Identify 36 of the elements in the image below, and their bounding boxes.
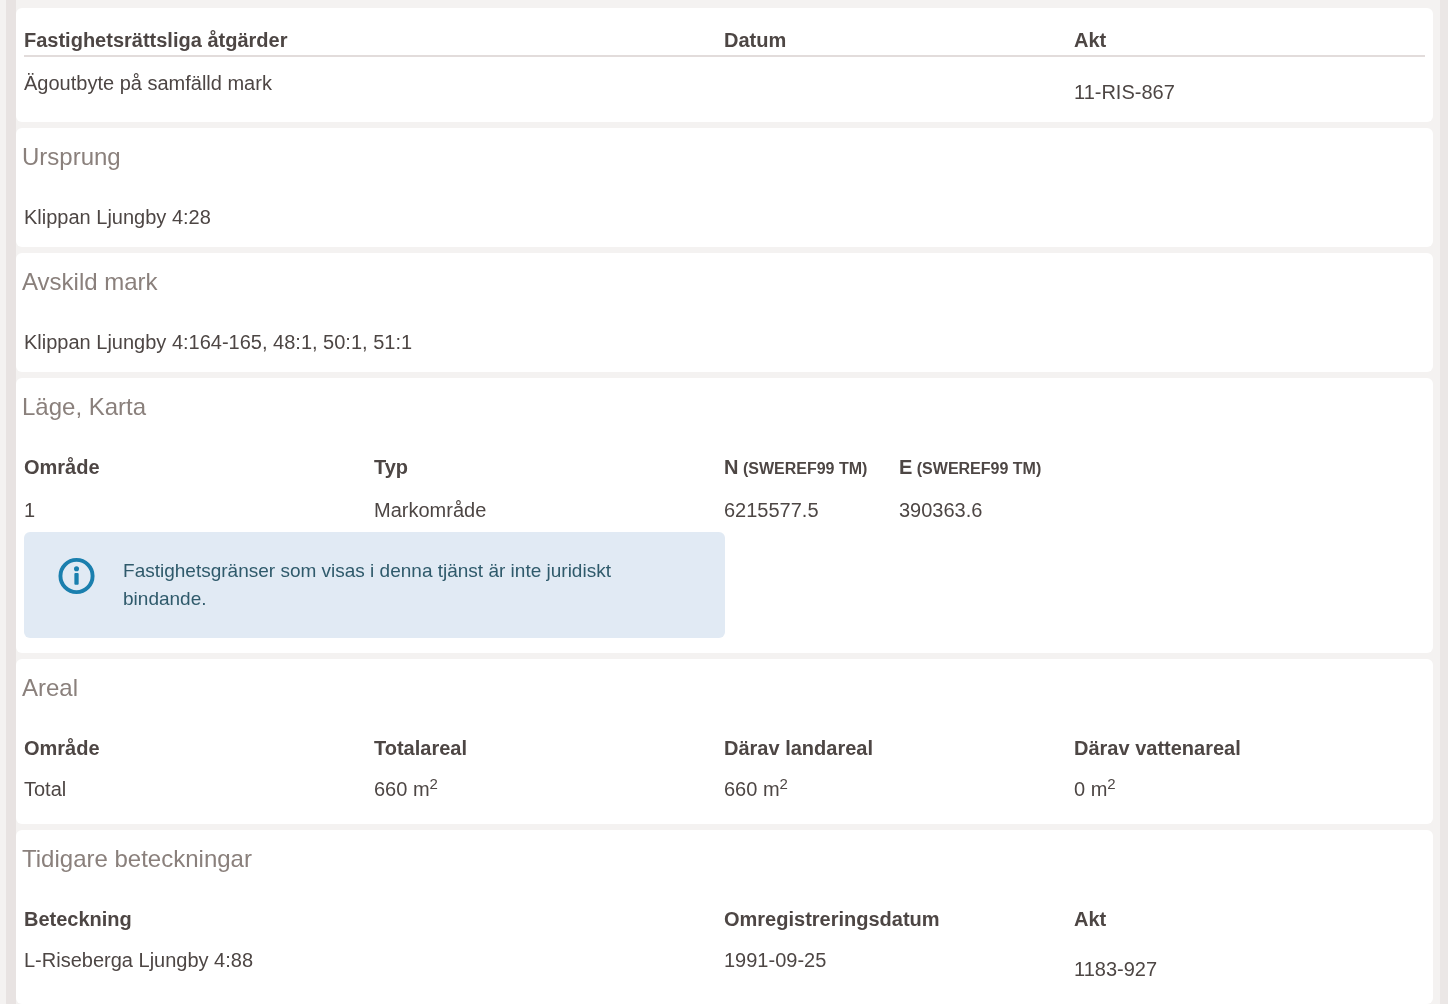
table-cell-text: 11-RIS-867 bbox=[1074, 80, 1176, 105]
column-header: Därav vattenareal bbox=[1074, 736, 1242, 761]
table-cell-text: 390363.6 bbox=[899, 498, 984, 523]
notice-text: Fastighetsgränser som visas i denna tjänst är inte juridiskt bindande. bbox=[123, 559, 612, 611]
column-header: Fastighetsrättsliga åtgärder bbox=[24, 28, 289, 53]
table-cell-text: 1183-927 bbox=[1074, 957, 1159, 982]
section-title: Läge, Karta bbox=[22, 392, 148, 422]
column-header: Typ bbox=[374, 455, 410, 480]
column-header: Därav landareal bbox=[724, 736, 874, 761]
section-title: Areal bbox=[22, 673, 80, 703]
info-icon bbox=[58, 557, 96, 595]
column-header: Omregistreringsdatum bbox=[724, 907, 941, 932]
column-header: Akt bbox=[1074, 907, 1108, 932]
column-header: E (SWEREF99 TM) bbox=[899, 455, 1043, 480]
column-header: Akt bbox=[1074, 28, 1108, 53]
table-cell-text: 0 m$^{2}$ bbox=[1074, 774, 1117, 802]
table-cell-text: 660 m$^{2}$ bbox=[724, 774, 789, 802]
section-title: Ursprung bbox=[22, 142, 122, 172]
table-cell-text: Total bbox=[24, 777, 68, 802]
column-header: Område bbox=[24, 736, 101, 761]
table-cell-text: 1 bbox=[24, 498, 37, 523]
column-header: Område bbox=[24, 455, 101, 480]
table-cell-text: Ägoutbyte på samfälld mark bbox=[24, 71, 273, 96]
section-title: Tidigare beteckningar bbox=[22, 844, 253, 874]
column-header: N (SWEREF99 TM) bbox=[724, 455, 869, 480]
list-text: Klippan Ljungby 4:164-165, 48:1, 50:1, 51:1 bbox=[24, 330, 414, 355]
table-cell-text: 1991-09-25 bbox=[724, 948, 828, 973]
table-cell-text: 6215577.5 bbox=[724, 498, 820, 523]
table-cell-text: L-Riseberga Ljungby 4:88 bbox=[24, 948, 255, 973]
section-title: Avskild mark bbox=[22, 267, 159, 297]
column-header: Datum bbox=[724, 28, 788, 53]
column-header: Totalareal bbox=[374, 736, 468, 761]
table-cell-text: Markområde bbox=[374, 498, 488, 523]
column-header: Beteckning bbox=[24, 907, 133, 932]
list-text: Klippan Ljungby 4:28 bbox=[24, 205, 212, 230]
table-cell-text: 660 m$^{2}$ bbox=[374, 774, 439, 802]
